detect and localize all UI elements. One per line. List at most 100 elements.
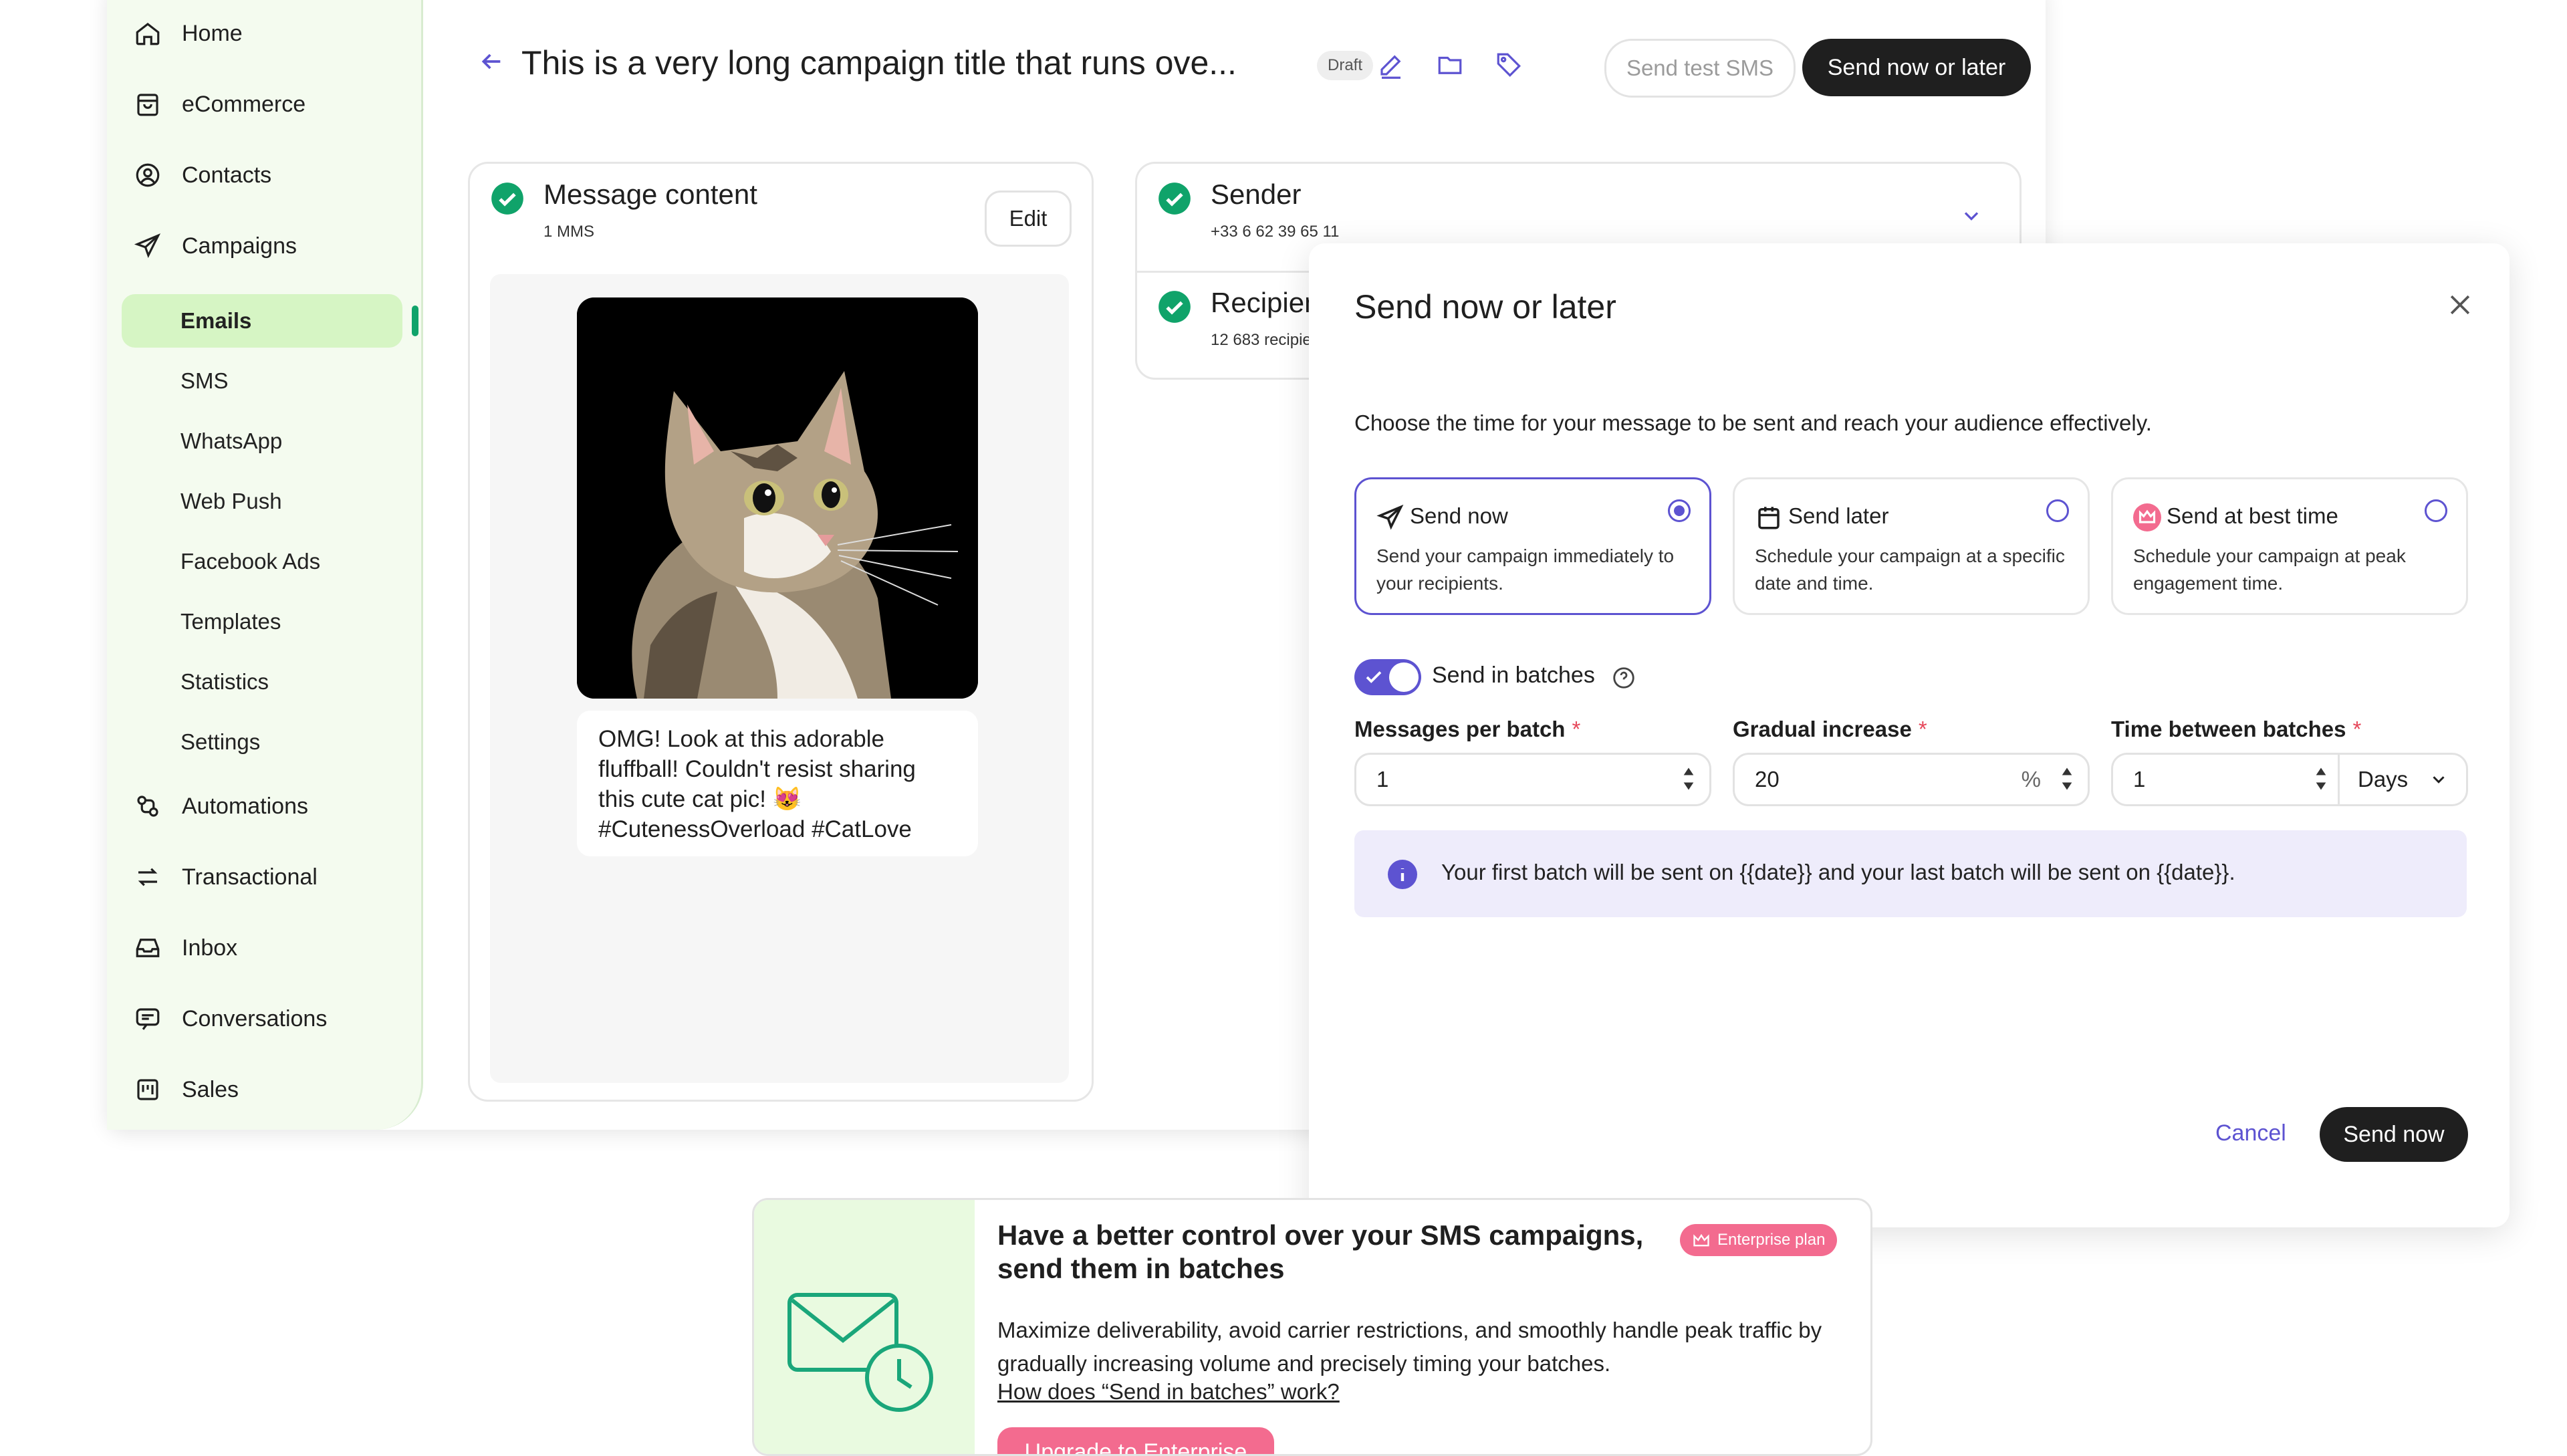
radio-button[interactable] — [2046, 499, 2069, 522]
info-icon — [1388, 860, 1417, 889]
sidebar-subitem-settings[interactable]: Settings — [180, 722, 260, 762]
sidebar-item-home[interactable]: Home — [134, 13, 243, 53]
stepper-icon[interactable] — [1681, 764, 1696, 794]
sidebar-item-label: Sales — [182, 1076, 239, 1102]
check-icon — [1366, 671, 1382, 683]
transactional-icon — [138, 868, 158, 886]
message-bubble: OMG! Look at this adorable fluffball! Co… — [577, 711, 978, 856]
active-indicator — [412, 306, 418, 336]
sidebar-item-inbox[interactable]: Inbox — [134, 928, 237, 968]
percent-unit: % — [2021, 767, 2041, 792]
sidebar-item-label: eCommerce — [182, 91, 306, 117]
promo-title: Have a better control over your SMS camp… — [997, 1219, 1644, 1284]
enterprise-plan-badge: Enterprise plan — [1680, 1224, 1838, 1256]
sidebar-subitem-statistics[interactable]: Statistics — [180, 662, 269, 702]
message-content-card: Message content 1 MMS Edit OMG! Look at … — [468, 162, 1094, 1102]
input-value: 1 — [1376, 767, 1389, 792]
paper-plane-icon — [1376, 504, 1404, 530]
promo-illustration-panel — [754, 1200, 975, 1454]
check-circle-icon — [1158, 291, 1191, 323]
promo-body: Maximize deliverability, avoid carrier r… — [997, 1318, 1822, 1376]
enterprise-promo-card: Have a better control over your SMS camp… — [752, 1198, 1872, 1456]
paper-plane-icon — [134, 233, 161, 259]
modal-description: Choose the time for your message to be s… — [1354, 410, 2152, 435]
contacts-icon — [136, 163, 160, 187]
input-value: 1 — [2133, 767, 2146, 792]
sidebar-subitem-templates[interactable]: Templates — [180, 602, 281, 642]
send-now-button[interactable]: Send now — [2320, 1107, 2468, 1162]
chevron-down-icon[interactable] — [1959, 204, 1983, 228]
sidebar-subitem-whatsapp[interactable]: WhatsApp — [180, 421, 282, 461]
option-title: Send now — [1410, 503, 1508, 528]
stepper-icon[interactable] — [2060, 764, 2074, 794]
sidebar-subitem-emails[interactable]: Emails — [180, 301, 251, 341]
status-badge: Draft — [1317, 51, 1374, 80]
inbox-icon — [136, 939, 160, 957]
how-it-works-link[interactable]: How does “Send in batches” work? — [997, 1379, 1340, 1405]
sidebar-item-label: Conversations — [182, 1005, 328, 1032]
automation-icon — [137, 796, 158, 817]
tag-icon[interactable] — [1495, 51, 1523, 79]
option-send-now[interactable]: Send now Send your campaign immediately … — [1354, 477, 1711, 615]
sidebar-subitem-sms[interactable]: SMS — [180, 361, 229, 401]
badge-label: Enterprise plan — [1717, 1231, 1826, 1249]
close-icon[interactable] — [2445, 290, 2475, 320]
chevron-down-icon — [2433, 776, 2445, 783]
select-value: Days — [2358, 767, 2409, 792]
time-between-batches-input[interactable]: 1 Days — [2111, 753, 2468, 806]
folder-icon[interactable] — [1436, 51, 1464, 79]
conversations-icon — [136, 1008, 160, 1030]
upgrade-button[interactable]: Upgrade to Enterprise — [997, 1427, 1274, 1454]
edit-button[interactable]: Edit — [985, 191, 1072, 247]
stepper-icon[interactable] — [2314, 764, 2328, 794]
help-icon[interactable] — [1611, 665, 1636, 691]
info-banner: Your first batch will be sent on {{date}… — [1354, 830, 2467, 917]
sidebar: Home eCommerce Contacts Campaigns Emails… — [107, 0, 423, 1130]
option-description: Schedule your campaign at peak engagemen… — [2133, 545, 2406, 594]
sidebar-item-label: Home — [182, 20, 243, 46]
sidebar-item-transactional[interactable]: Transactional — [134, 857, 318, 897]
back-arrow-icon[interactable] — [478, 48, 505, 75]
sidebar-item-contacts[interactable]: Contacts — [134, 155, 271, 195]
send-in-batches-toggle[interactable] — [1354, 659, 1421, 695]
sidebar-item-sales[interactable]: Sales — [134, 1070, 239, 1110]
envelope-clock-icon — [787, 1293, 933, 1412]
check-circle-icon — [491, 183, 523, 215]
sidebar-item-automations[interactable]: Automations — [134, 786, 308, 826]
card-subtitle: 1 MMS — [543, 223, 595, 241]
sender-phone: +33 6 62 39 65 11 — [1211, 223, 1340, 241]
send-now-or-later-button[interactable]: Send now or later — [1802, 39, 2031, 96]
field-label-messages-per-batch: Messages per batch * — [1354, 717, 1581, 741]
pencil-icon[interactable] — [1377, 51, 1405, 79]
toggle-knob — [1389, 662, 1419, 692]
check-circle-icon — [1158, 183, 1191, 215]
gradual-increase-input[interactable]: 20 % — [1733, 753, 2090, 806]
sidebar-subitem-web-push[interactable]: Web Push — [180, 481, 282, 521]
sidebar-item-label: Automations — [182, 793, 308, 819]
sidebar-item-conversations[interactable]: Conversations — [134, 999, 327, 1039]
cat-image — [577, 297, 978, 699]
sales-icon — [137, 1079, 158, 1100]
info-text: Your first batch will be sent on {{date}… — [1441, 860, 2235, 884]
sidebar-item-label: Contacts — [182, 162, 272, 188]
radio-button[interactable] — [1668, 499, 1691, 522]
sidebar-item-campaigns[interactable]: Campaigns — [134, 226, 297, 266]
crown-icon — [2133, 503, 2161, 531]
option-send-later[interactable]: Send later Schedule your campaign at a s… — [1733, 477, 2090, 615]
send-in-batches-label: Send in batches — [1432, 662, 1595, 688]
radio-button[interactable] — [2425, 499, 2447, 522]
option-send-at-best-time[interactable]: Send at best time Schedule your campaign… — [2111, 477, 2468, 615]
card-title: Message content — [543, 178, 757, 210]
field-label-gradual-increase: Gradual increase * — [1733, 717, 1927, 741]
sidebar-active-highlight — [122, 294, 402, 348]
send-test-sms-button[interactable]: Send test SMS — [1604, 39, 1796, 98]
messages-per-batch-input[interactable]: 1 — [1354, 753, 1711, 806]
home-icon — [136, 23, 160, 45]
sidebar-item-ecommerce[interactable]: eCommerce — [134, 84, 305, 124]
time-unit-select[interactable]: Days — [2338, 755, 2466, 804]
option-title: Send later — [1788, 503, 1889, 528]
shopping-bag-icon — [137, 94, 158, 116]
cancel-button[interactable]: Cancel — [2215, 1120, 2286, 1146]
sidebar-subitem-facebook-ads[interactable]: Facebook Ads — [180, 541, 320, 582]
sender-title: Sender — [1211, 178, 1302, 210]
